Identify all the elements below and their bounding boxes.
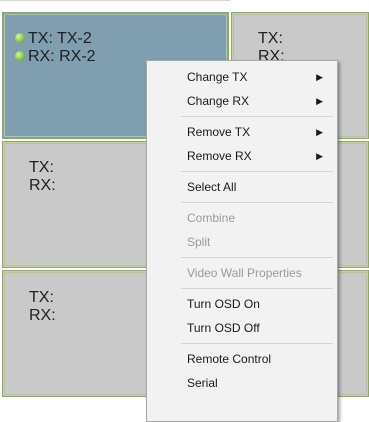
- rx-label: RX:: [29, 177, 56, 194]
- menu-separator: [181, 116, 333, 117]
- menu-separator: [181, 257, 333, 258]
- tx-value: TX-2: [57, 30, 92, 47]
- menu-item-serial[interactable]: Serial: [147, 371, 337, 395]
- top-divider: [0, 0, 230, 1]
- menu-item-label: Turn OSD Off: [187, 321, 260, 335]
- menu-item-video-wall-properties: Video Wall Properties: [147, 261, 337, 285]
- rx-value: RX-2: [59, 48, 96, 65]
- submenu-arrow-icon: ▶: [316, 127, 323, 137]
- cell-1-rx: RX: RX-2: [15, 48, 96, 66]
- menu-item-remote-control[interactable]: Remote Control: [147, 347, 337, 371]
- menu-separator: [181, 171, 333, 172]
- menu-item-label: Turn OSD On: [187, 297, 260, 311]
- menu-item-select-all[interactable]: Select All: [147, 175, 337, 199]
- menu-item-turn-osd-off[interactable]: Turn OSD Off: [147, 316, 337, 340]
- rx-status-icon: [15, 51, 25, 61]
- menu-item-label: Video Wall Properties: [187, 266, 302, 280]
- menu-item-label: Split: [187, 235, 211, 249]
- tx-label: TX:: [29, 289, 54, 306]
- menu-separator: [181, 202, 333, 203]
- cell-3-tx: TX:: [29, 159, 54, 177]
- menu-item-label: Select All: [187, 180, 237, 194]
- menu-separator: [181, 343, 333, 344]
- menu-item-label: Change TX: [187, 70, 248, 84]
- menu-item-change-tx[interactable]: Change TX ▶: [147, 65, 337, 89]
- menu-item-change-rx[interactable]: Change RX ▶: [147, 89, 337, 113]
- menu-item-combine: Combine: [147, 206, 337, 230]
- tx-label: TX:: [28, 30, 53, 47]
- menu-item-label: Remove TX: [187, 125, 251, 139]
- cell-1-tx: TX: TX-2: [15, 30, 92, 48]
- cell-3-rx: RX:: [29, 177, 56, 195]
- rx-label: RX:: [28, 48, 55, 65]
- menu-item-label: Serial: [187, 376, 218, 390]
- tx-label: TX:: [258, 30, 283, 47]
- context-menu: Change TX ▶ Change RX ▶ Remove TX ▶ Remo…: [146, 60, 338, 422]
- menu-item-label: Change RX: [187, 94, 250, 108]
- tx-status-icon: [15, 33, 25, 43]
- video-wall-view: TX: TX-2 RX: RX-2 TX: RX: TX: RX: TX: RX…: [0, 0, 369, 422]
- menu-item-remove-tx[interactable]: Remove TX ▶: [147, 120, 337, 144]
- menu-item-label: Remote Control: [187, 352, 272, 366]
- cell-4-tx: TX:: [29, 289, 54, 307]
- menu-item-label: Remove RX: [187, 149, 252, 163]
- menu-separator: [181, 288, 333, 289]
- menu-item-remove-rx[interactable]: Remove RX ▶: [147, 144, 337, 168]
- submenu-arrow-icon: ▶: [316, 72, 323, 82]
- cell-4-rx: RX:: [29, 307, 56, 325]
- tx-label: TX:: [29, 159, 54, 176]
- submenu-arrow-icon: ▶: [316, 151, 323, 161]
- menu-item-turn-osd-on[interactable]: Turn OSD On: [147, 292, 337, 316]
- menu-item-label: Combine: [187, 211, 236, 225]
- cell-2-tx: TX:: [258, 30, 283, 48]
- menu-item-split: Split: [147, 230, 337, 254]
- submenu-arrow-icon: ▶: [316, 96, 323, 106]
- rx-label: RX:: [29, 307, 56, 324]
